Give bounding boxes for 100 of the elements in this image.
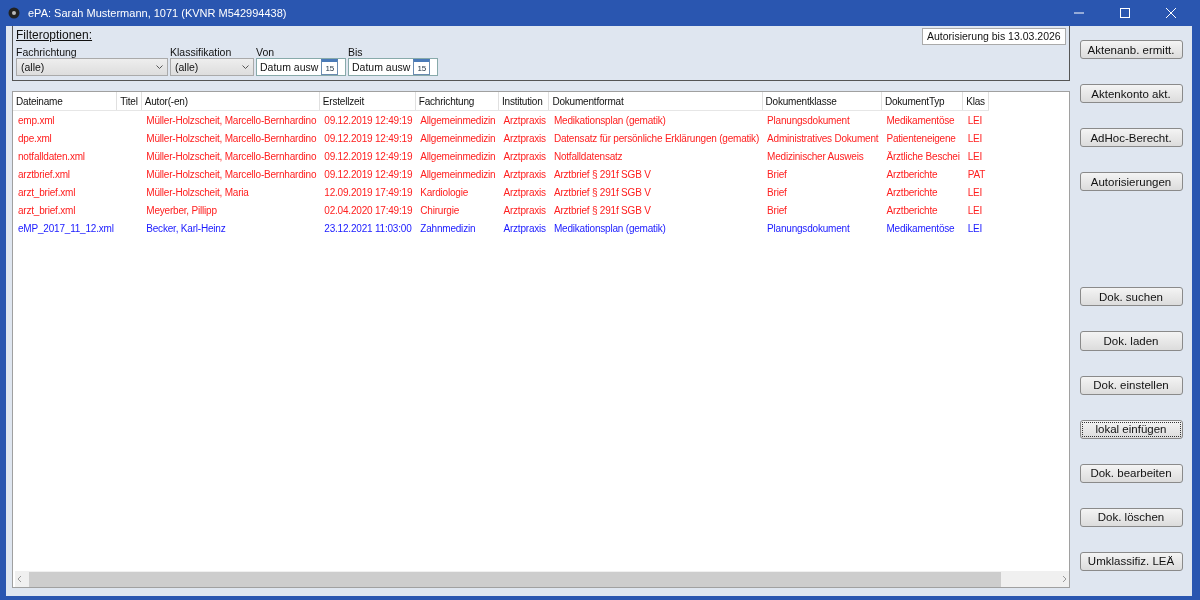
field-label: Fachrichtung [16, 46, 78, 58]
table-cell: 23.12.2021 11:03:00 [324, 222, 412, 234]
column-header[interactable]: Klas [962, 92, 989, 111]
table-row[interactable]: arzt_brief.xml Meyerber, Pillipp 02.04.2020 17:49:19 Chirurgie Arztpraxis Arztbrief § 291f SGB V Brief Arztberichte LEI [13, 201, 989, 219]
table-cell: 09.12.2019 12:49:19 [324, 168, 413, 180]
table-row[interactable]: emp.xml Müller-Holzscheit, Marcello-Bernhardino 09.12.2019 12:49:19 Allgemeinmedizin Arztpraxis Medikationsplan (gematik) Planungsdokument Medikamentöse LEI [13, 110, 989, 129]
table-row[interactable]: eMP_2017_11_12.xml Becker, Karl-Heinz 23.12.2021 11:03:00 Zahnmedizin Arztpraxis Medikationsplan (gematik) Planungsdokument Medikamentöse LEI [13, 219, 989, 237]
table-cell: Arztberichte [886, 204, 938, 216]
column-header[interactable]: Dokumentformat [548, 92, 763, 111]
table-cell: Arztpraxis [503, 222, 546, 234]
table-cell: Arztpraxis [503, 132, 546, 144]
table-cell: Allgemeinmedizin [420, 114, 496, 126]
field-label: Von [256, 46, 276, 58]
table-row[interactable]: notfalldaten.xml Müller-Holzscheit, Marcello-Bernhardino 09.12.2019 12:49:19 Allgemeinmedizin Arztpraxis Notfalldatensatz Medizinischer Ausweis Ärztliche Beschei LEI [13, 147, 989, 165]
table-cell: Kardiologie [420, 186, 469, 198]
table-cell: arzt_brief.xml [18, 204, 76, 216]
table-cell: LEI [967, 222, 983, 234]
action-button[interactable]: Dok. laden [1079, 331, 1183, 351]
table-cell: arzt_brief.xml [18, 186, 76, 198]
action-button[interactable]: Dok. einstellen [1079, 375, 1183, 395]
table-cell: arztbrief.xml [18, 168, 70, 180]
column-header[interactable]: Erstellzeit [319, 92, 416, 111]
table-cell: 09.12.2019 12:49:19 [324, 132, 413, 144]
table-cell: Chirurgie [420, 204, 460, 216]
table-cell: Medikamentöse [886, 114, 955, 126]
table-cell: Arztberichte [886, 186, 938, 198]
table-cell: Arztpraxis [503, 204, 546, 216]
chevron-down-icon [156, 64, 163, 70]
table-cell: Müller-Holzscheit, Marcello-Bernhardino [146, 168, 317, 180]
table-cell: 09.12.2019 12:49:19 [324, 150, 413, 162]
table-cell: Datensatz für persönliche Erklärungen (gematik) [553, 132, 760, 144]
table-cell: Medikationsplan (gematik) [553, 114, 666, 126]
action-button[interactable]: Dok. bearbeiten [1079, 463, 1183, 483]
maximize-icon[interactable] [1120, 8, 1130, 18]
table-cell: Arztpraxis [503, 114, 546, 126]
action-button[interactable]: Umklassifiz. LEÄ [1079, 551, 1183, 572]
table-cell: Patienteneigene [886, 132, 956, 144]
table-cell: Arztpraxis [503, 168, 546, 180]
action-button[interactable]: Dok. löschen [1079, 507, 1183, 527]
table-cell: Planungsdokument [767, 222, 850, 234]
table-cell: Arztbrief § 291f SGB V [553, 204, 651, 216]
table-cell: eMP_2017_11_12.xml [18, 222, 114, 234]
table-row[interactable]: arztbrief.xml Müller-Holzscheit, Marcello-Bernhardino 09.12.2019 12:49:19 Allgemeinmedizin Arztpraxis Arztbrief § 291f SGB V Brief Arztberichte PAT [13, 165, 989, 183]
app-icon [8, 7, 20, 19]
date-picker[interactable]: Datum ausw 15 [256, 58, 346, 76]
table-cell: Planungsdokument [767, 114, 850, 126]
table-row[interactable]: dpe.xml Müller-Holzscheit, Marcello-Bernhardino 09.12.2019 12:49:19 Allgemeinmedizin Arztpraxis Datensatz für persönliche Erklärungen (gematik) Administratives Dokument Patienteneigene LEI [13, 129, 989, 147]
column-header[interactable]: Fachrichtung [415, 92, 499, 111]
table-cell: LEI [967, 186, 983, 198]
filter-title: Filteroptionen: [16, 28, 94, 42]
calendar-icon[interactable]: 15 [321, 59, 339, 75]
table-cell: Müller-Holzscheit, Marcello-Bernhardino [146, 114, 317, 126]
table-cell: LEI [967, 204, 983, 216]
table-row[interactable]: arzt_brief.xml Müller-Holzscheit, Maria 12.09.2019 17:49:19 Kardiologie Arztpraxis Arztbrief § 291f SGB V Brief Arztberichte LEI [13, 183, 989, 201]
action-button[interactable]: Aktenkonto akt. [1079, 84, 1183, 104]
table-cell: Zahnmedizin [420, 222, 476, 234]
action-button[interactable]: Dok. suchen [1079, 287, 1183, 307]
table-cell: Arztbrief § 291f SGB V [553, 168, 651, 180]
table-cell: Arztberichte [886, 168, 938, 180]
action-button[interactable]: AdHoc-Berecht. [1079, 128, 1183, 148]
table-cell: Medikationsplan (gematik) [553, 222, 666, 234]
action-button[interactable]: Aktenanb. ermitt. [1079, 40, 1183, 60]
column-header[interactable]: Institution [498, 92, 549, 111]
table-cell: Brief [767, 186, 787, 198]
table-cell: LEI [967, 132, 983, 144]
authorization-field: Autorisierung bis 13.03.2026 [922, 28, 1066, 45]
table-cell: Becker, Karl-Heinz [146, 222, 226, 234]
table-cell: Brief [767, 168, 787, 180]
table-cell: 12.09.2019 17:49:19 [324, 186, 413, 198]
table-cell: Arztbrief § 291f SGB V [553, 186, 651, 198]
action-button[interactable]: lokal einfügen [1079, 419, 1183, 439]
date-picker[interactable]: Datum ausw 15 [348, 58, 438, 76]
table-cell: PAT [967, 168, 986, 180]
chevron-down-icon [242, 64, 249, 70]
table-cell: Administratives Dokument [767, 132, 879, 144]
table-cell: Müller-Holzscheit, Maria [146, 186, 249, 198]
action-button[interactable]: Autorisierungen [1079, 172, 1183, 192]
column-header[interactable]: Dokumentklasse [762, 92, 882, 111]
table-cell: 09.12.2019 12:49:19 [324, 114, 413, 126]
table-cell: notfalldaten.xml [18, 150, 85, 162]
field-label: Klassifikation [170, 46, 233, 58]
close-icon[interactable] [1166, 8, 1176, 18]
column-header[interactable]: Titel [116, 92, 142, 111]
calendar-icon[interactable]: 15 [413, 59, 431, 75]
filter-dropdown[interactable]: (alle) [16, 58, 168, 76]
table-cell: emp.xml [18, 114, 55, 126]
table-cell: Arztpraxis [503, 186, 546, 198]
column-header[interactable]: DokumentTyp [881, 92, 963, 111]
table-cell: Ärztliche Beschei [886, 150, 960, 162]
column-header[interactable]: Autor(-en) [141, 92, 320, 111]
table-cell: Müller-Holzscheit, Marcello-Bernhardino [146, 132, 317, 144]
table-cell: Meyerber, Pillipp [146, 204, 217, 216]
table-cell: LEI [967, 114, 983, 126]
column-header[interactable]: Dateiname [13, 92, 117, 111]
table-cell: Medizinischer Ausweis [767, 150, 864, 162]
table-cell: Medikamentöse [886, 222, 955, 234]
table-cell: LEI [967, 150, 983, 162]
field-label: Bis [348, 46, 364, 58]
filter-dropdown[interactable]: (alle) [170, 58, 254, 76]
table-cell: Notfalldatensatz [553, 150, 623, 162]
